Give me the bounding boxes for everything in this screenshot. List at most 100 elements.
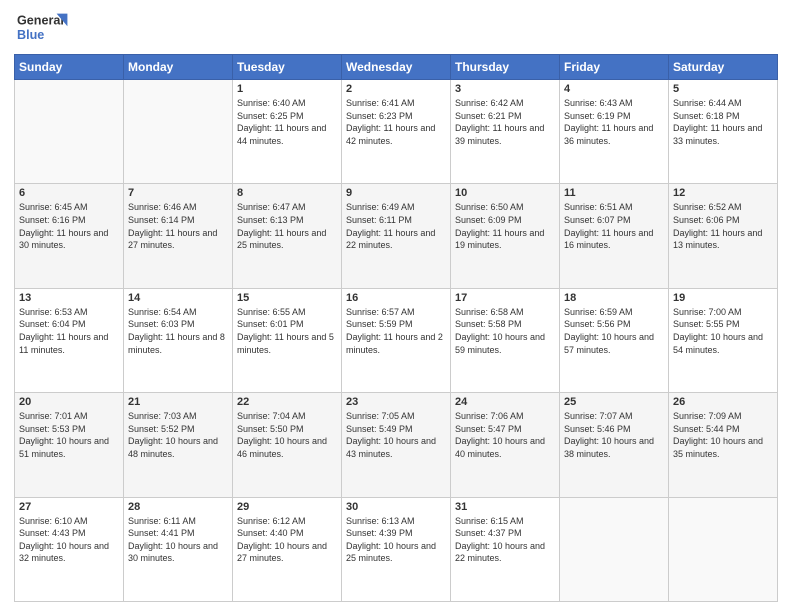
day-info: Sunrise: 7:03 AM Sunset: 5:52 PM Dayligh… [128,410,228,460]
calendar-cell: 14Sunrise: 6:54 AM Sunset: 6:03 PM Dayli… [124,288,233,392]
day-number: 31 [455,501,555,513]
day-number: 18 [564,292,664,304]
day-number: 26 [673,396,773,408]
calendar-cell: 2Sunrise: 6:41 AM Sunset: 6:23 PM Daylig… [342,80,451,184]
calendar-cell: 30 Sunrise: 6:13 AM Sunset: 4:39 PM Dayli… [342,497,451,601]
day-number: 1 [237,83,337,95]
day-info: Sunrise: 6:49 AM Sunset: 6:11 PM Dayligh… [346,201,446,251]
day-info: Sunrise: 6:46 AM Sunset: 6:14 PM Dayligh… [128,201,228,251]
day-number: 30 [346,501,446,513]
calendar-cell: 21 Sunrise: 7:03 AM Sunset: 5:52 PM Dayli… [124,393,233,497]
day-info: Sunrise: 6:10 AM Sunset: 4:43 PM Dayligh… [19,515,119,565]
day-info: Sunrise: 7:01 AM Sunset: 5:53 PM Dayligh… [19,410,119,460]
col-header-thursday: Thursday [451,55,560,80]
day-info: Sunrise: 6:40 AM Sunset: 6:25 PM Dayligh… [237,97,337,147]
day-info: Sunrise: 6:50 AM Sunset: 6:09 PM Dayligh… [455,201,555,251]
day-number: 12 [673,187,773,199]
day-info: Sunrise: 6:55 AM Sunset: 6:01 PM Dayligh… [237,306,337,356]
day-info: Sunrise: 7:05 AM Sunset: 5:49 PM Dayligh… [346,410,446,460]
calendar-cell: 6 Sunrise: 6:45 AM Sunset: 6:16 PM Daylig… [15,184,124,288]
day-number: 16 [346,292,446,304]
day-number: 9 [346,187,446,199]
calendar-cell: 17Sunrise: 6:58 AM Sunset: 5:58 PM Dayli… [451,288,560,392]
day-number: 5 [673,83,773,95]
calendar-cell: 12 Sunrise: 6:52 AM Sunset: 6:06 PM Dayli… [669,184,778,288]
col-header-tuesday: Tuesday [233,55,342,80]
calendar-cell: 22 Sunrise: 7:04 AM Sunset: 5:50 PM Dayli… [233,393,342,497]
calendar-cell: 18 Sunrise: 6:59 AM Sunset: 5:56 PM Dayli… [560,288,669,392]
calendar-cell: 25 Sunrise: 7:07 AM Sunset: 5:46 PM Dayli… [560,393,669,497]
svg-text:General: General [17,13,64,27]
day-info: Sunrise: 7:06 AM Sunset: 5:47 PM Dayligh… [455,410,555,460]
day-info: Sunrise: 6:12 AM Sunset: 4:40 PM Dayligh… [237,515,337,565]
col-header-saturday: Saturday [669,55,778,80]
day-number: 4 [564,83,664,95]
day-info: Sunrise: 7:04 AM Sunset: 5:50 PM Dayligh… [237,410,337,460]
calendar-week-2: 6 Sunrise: 6:45 AM Sunset: 6:16 PM Daylig… [15,184,778,288]
day-info: Sunrise: 7:09 AM Sunset: 5:44 PM Dayligh… [673,410,773,460]
day-info: Sunrise: 6:51 AM Sunset: 6:07 PM Dayligh… [564,201,664,251]
logo-icon: GeneralBlue [14,10,74,46]
calendar-cell [560,497,669,601]
day-number: 6 [19,187,119,199]
day-number: 19 [673,292,773,304]
calendar-table: SundayMondayTuesdayWednesdayThursdayFrid… [14,54,778,602]
day-number: 28 [128,501,228,513]
calendar-cell: 19Sunrise: 7:00 AM Sunset: 5:55 PM Dayli… [669,288,778,392]
day-info: Sunrise: 6:52 AM Sunset: 6:06 PM Dayligh… [673,201,773,251]
day-info: Sunrise: 6:57 AM Sunset: 5:59 PM Dayligh… [346,306,446,356]
day-number: 11 [564,187,664,199]
day-number: 23 [346,396,446,408]
calendar-cell: 24 Sunrise: 7:06 AM Sunset: 5:47 PM Dayli… [451,393,560,497]
calendar-cell: 15 Sunrise: 6:55 AM Sunset: 6:01 PM Dayli… [233,288,342,392]
calendar-cell: 3Sunrise: 6:42 AM Sunset: 6:21 PM Daylig… [451,80,560,184]
day-number: 3 [455,83,555,95]
day-number: 21 [128,396,228,408]
calendar-cell: 1 Sunrise: 6:40 AM Sunset: 6:25 PM Daylig… [233,80,342,184]
calendar-cell: 26 Sunrise: 7:09 AM Sunset: 5:44 PM Dayli… [669,393,778,497]
calendar-cell: 10 Sunrise: 6:50 AM Sunset: 6:09 PM Dayli… [451,184,560,288]
day-number: 29 [237,501,337,513]
day-info: Sunrise: 7:07 AM Sunset: 5:46 PM Dayligh… [564,410,664,460]
calendar-cell [124,80,233,184]
calendar-cell: 27 Sunrise: 6:10 AM Sunset: 4:43 PM Dayli… [15,497,124,601]
col-header-sunday: Sunday [15,55,124,80]
day-number: 7 [128,187,228,199]
calendar-cell: 4 Sunrise: 6:43 AM Sunset: 6:19 PM Daylig… [560,80,669,184]
day-number: 8 [237,187,337,199]
calendar-cell: 7 Sunrise: 6:46 AM Sunset: 6:14 PM Daylig… [124,184,233,288]
day-number: 24 [455,396,555,408]
day-number: 22 [237,396,337,408]
day-number: 15 [237,292,337,304]
calendar-cell: 23 Sunrise: 7:05 AM Sunset: 5:49 PM Dayli… [342,393,451,497]
calendar-body: 1 Sunrise: 6:40 AM Sunset: 6:25 PM Daylig… [15,80,778,602]
col-header-monday: Monday [124,55,233,80]
day-number: 27 [19,501,119,513]
day-number: 10 [455,187,555,199]
logo: GeneralBlue [14,10,74,46]
day-info: Sunrise: 6:53 AM Sunset: 6:04 PM Dayligh… [19,306,119,356]
day-info: Sunrise: 6:43 AM Sunset: 6:19 PM Dayligh… [564,97,664,147]
day-info: Sunrise: 6:59 AM Sunset: 5:56 PM Dayligh… [564,306,664,356]
calendar-week-3: 13Sunrise: 6:53 AM Sunset: 6:04 PM Dayli… [15,288,778,392]
day-info: Sunrise: 6:47 AM Sunset: 6:13 PM Dayligh… [237,201,337,251]
calendar-week-5: 27 Sunrise: 6:10 AM Sunset: 4:43 PM Dayli… [15,497,778,601]
calendar-cell: 9 Sunrise: 6:49 AM Sunset: 6:11 PM Daylig… [342,184,451,288]
calendar-cell: 11 Sunrise: 6:51 AM Sunset: 6:07 PM Dayli… [560,184,669,288]
day-info: Sunrise: 6:13 AM Sunset: 4:39 PM Dayligh… [346,515,446,565]
calendar-week-4: 20Sunrise: 7:01 AM Sunset: 5:53 PM Dayli… [15,393,778,497]
day-number: 25 [564,396,664,408]
calendar-cell: 28Sunrise: 6:11 AM Sunset: 4:41 PM Dayli… [124,497,233,601]
calendar-cell: 8 Sunrise: 6:47 AM Sunset: 6:13 PM Daylig… [233,184,342,288]
calendar-cell: 5Sunrise: 6:44 AM Sunset: 6:18 PM Daylig… [669,80,778,184]
day-info: Sunrise: 6:54 AM Sunset: 6:03 PM Dayligh… [128,306,228,356]
day-info: Sunrise: 6:41 AM Sunset: 6:23 PM Dayligh… [346,97,446,147]
day-info: Sunrise: 6:15 AM Sunset: 4:37 PM Dayligh… [455,515,555,565]
calendar-week-1: 1 Sunrise: 6:40 AM Sunset: 6:25 PM Daylig… [15,80,778,184]
col-header-wednesday: Wednesday [342,55,451,80]
calendar-cell: 13Sunrise: 6:53 AM Sunset: 6:04 PM Dayli… [15,288,124,392]
day-info: Sunrise: 6:45 AM Sunset: 6:16 PM Dayligh… [19,201,119,251]
calendar-header-row: SundayMondayTuesdayWednesdayThursdayFrid… [15,55,778,80]
calendar-cell: 29 Sunrise: 6:12 AM Sunset: 4:40 PM Dayli… [233,497,342,601]
svg-text:Blue: Blue [17,28,44,42]
